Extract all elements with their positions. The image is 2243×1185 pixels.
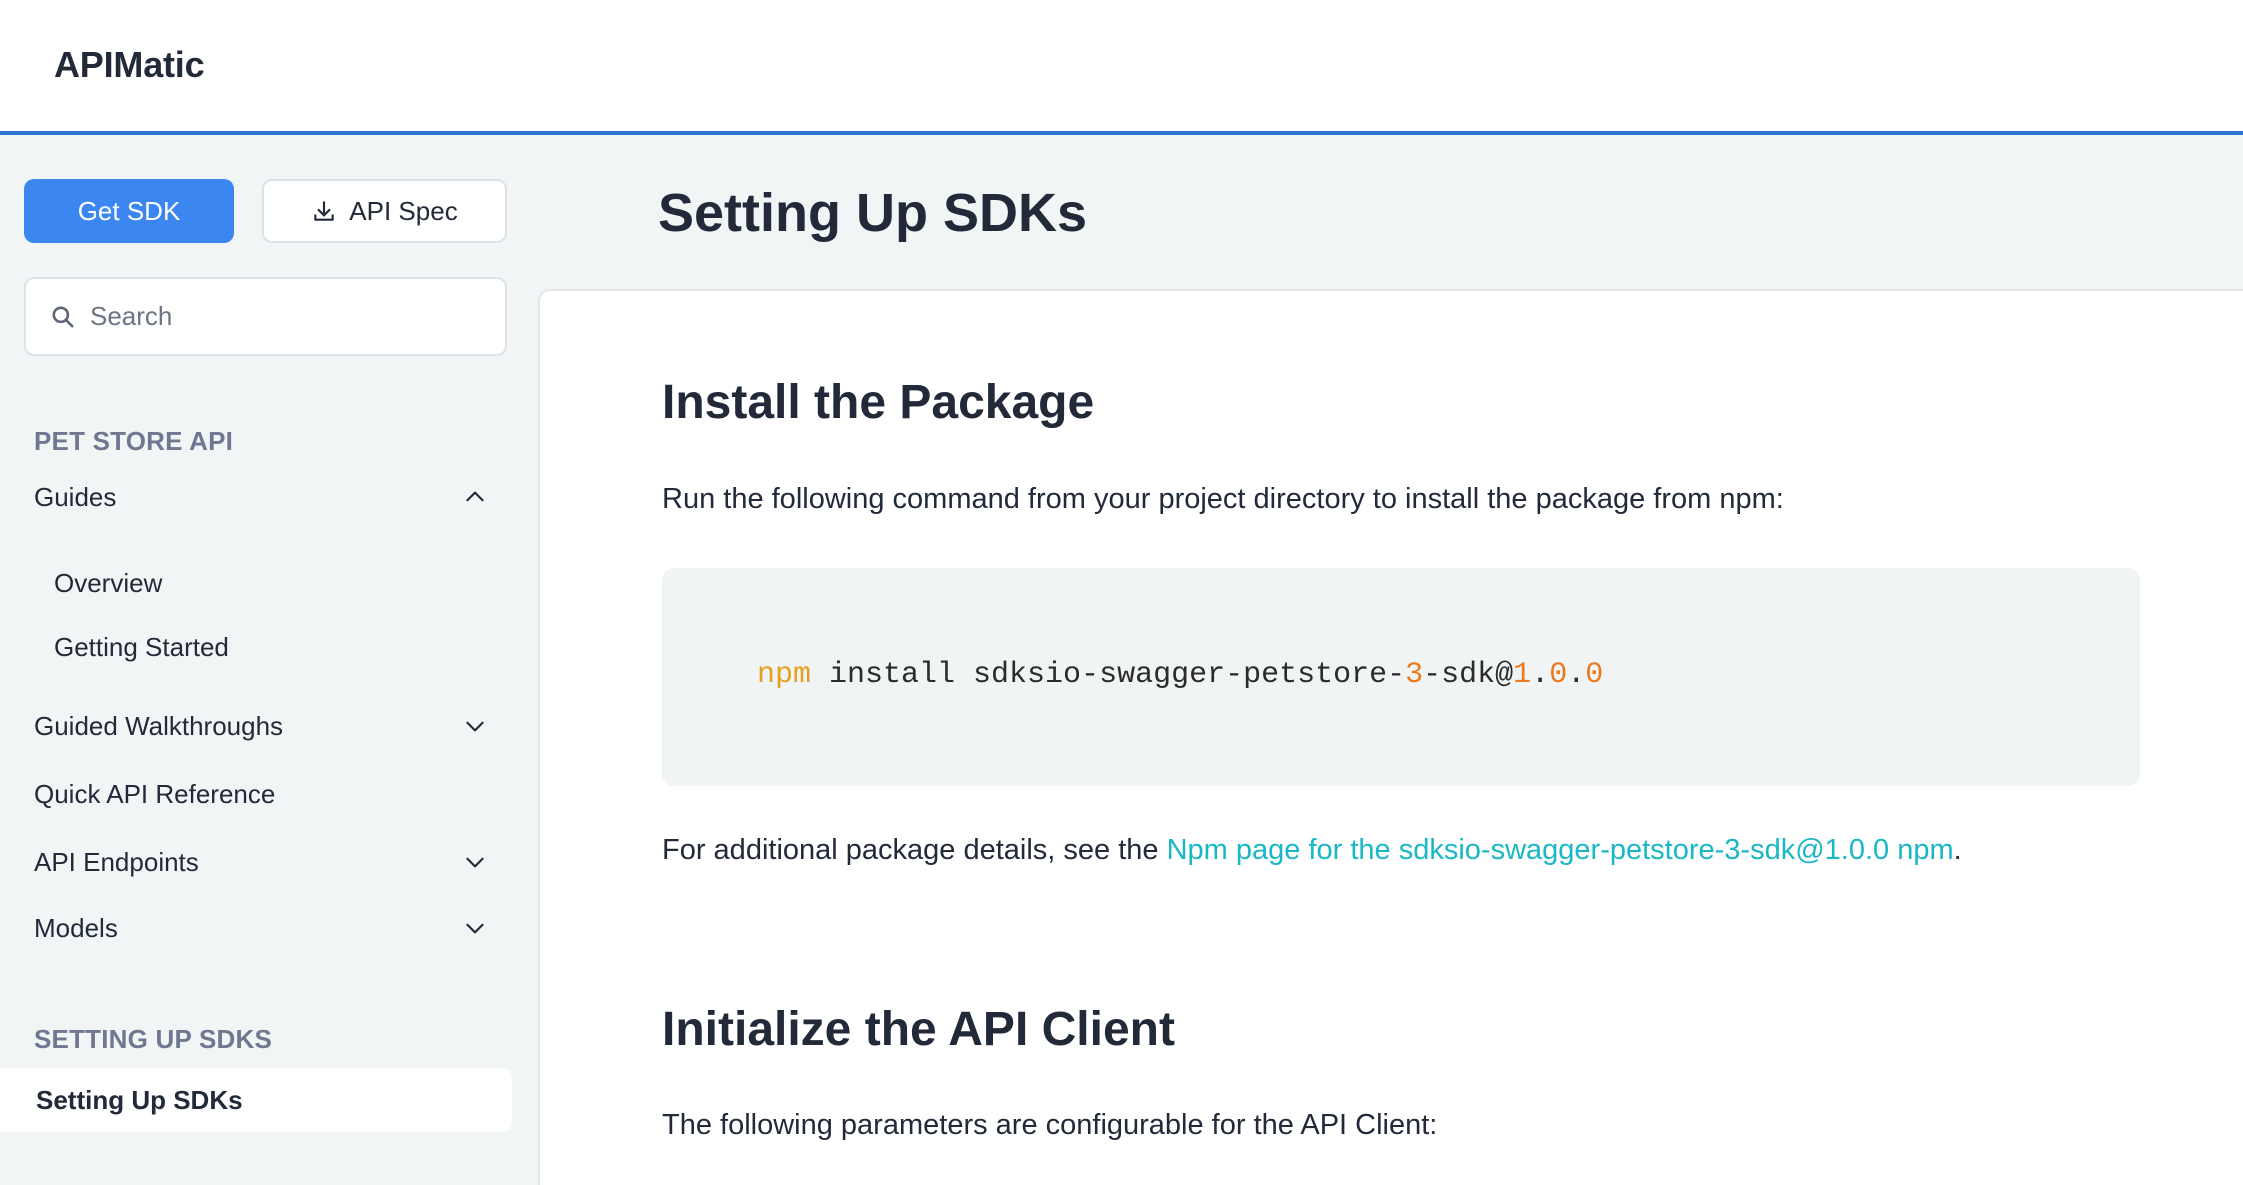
code-text: install sdksio-swagger-petstore- bbox=[811, 658, 1406, 692]
install-heading: Install the Package bbox=[662, 376, 1095, 429]
sidebar-item-models[interactable]: Models bbox=[34, 906, 504, 950]
init-text: The following parameters are configurabl… bbox=[662, 1109, 1438, 1141]
sidebar-item-guides[interactable]: Guides bbox=[34, 475, 504, 519]
search-input[interactable] bbox=[90, 301, 470, 332]
sidebar-item-api-endpoints[interactable]: API Endpoints bbox=[34, 840, 504, 884]
npm-page-link[interactable]: Npm page for the sdksio-swagger-petstore… bbox=[1167, 834, 1954, 866]
code-number: 1 bbox=[1513, 658, 1532, 692]
code-text: -sdk@ bbox=[1423, 658, 1514, 692]
install-text: Run the following command from your proj… bbox=[662, 483, 1784, 515]
code-line: npm install sdksio-swagger-petstore-3-sd… bbox=[757, 658, 1603, 692]
init-heading: Initialize the API Client bbox=[662, 1003, 1175, 1056]
sidebar: Get SDK API Spec PET STORE API Guides Ov… bbox=[0, 139, 538, 1185]
section-title-setting-up-sdks: SETTING UP SDKS bbox=[34, 1024, 273, 1054]
section-title-pet-store: PET STORE API bbox=[34, 426, 234, 456]
sidebar-item-label: API Endpoints bbox=[34, 846, 199, 877]
chevron-down-icon[interactable] bbox=[462, 713, 488, 739]
download-icon bbox=[314, 201, 335, 221]
chevron-down-icon[interactable] bbox=[462, 915, 488, 941]
sidebar-item-getting-started[interactable]: Getting Started bbox=[54, 632, 229, 663]
brand-logo[interactable]: APIMatic bbox=[54, 44, 205, 86]
code-text: . bbox=[1567, 658, 1586, 692]
chevron-up-icon[interactable] bbox=[462, 484, 488, 510]
search-box[interactable] bbox=[24, 277, 507, 356]
sidebar-item-overview[interactable]: Overview bbox=[54, 568, 162, 599]
sidebar-item-guided-walkthroughs[interactable]: Guided Walkthroughs bbox=[34, 704, 504, 748]
code-number: 3 bbox=[1405, 658, 1424, 692]
api-spec-label: API Spec bbox=[349, 195, 458, 226]
details-suffix: . bbox=[1953, 834, 1962, 866]
content-panel: Install the Package Run the following co… bbox=[538, 289, 2243, 1185]
sidebar-item-label: Guides bbox=[34, 481, 117, 512]
details-text: For additional package details, see the … bbox=[662, 834, 1962, 867]
api-spec-button[interactable]: API Spec bbox=[262, 179, 507, 243]
code-number: 0 bbox=[1585, 658, 1604, 692]
code-text: . bbox=[1531, 658, 1550, 692]
details-prefix: For additional package details, see the bbox=[662, 834, 1167, 866]
top-bar: APIMatic bbox=[0, 0, 2243, 135]
sidebar-item-label: Models bbox=[34, 912, 118, 943]
page-title: Setting Up SDKs bbox=[658, 183, 1088, 243]
sidebar-item-label: Guided Walkthroughs bbox=[34, 710, 284, 741]
sidebar-item-setting-up-sdks[interactable]: Setting Up SDKs bbox=[0, 1068, 512, 1132]
sidebar-item-quick-api-reference[interactable]: Quick API Reference bbox=[34, 772, 504, 816]
get-sdk-button[interactable]: Get SDK bbox=[24, 179, 234, 243]
sidebar-item-label: Quick API Reference bbox=[34, 778, 276, 809]
chevron-down-icon[interactable] bbox=[462, 849, 488, 875]
search-icon bbox=[52, 305, 74, 328]
code-block[interactable]: npm install sdksio-swagger-petstore-3-sd… bbox=[662, 568, 2140, 786]
code-number: 0 bbox=[1549, 658, 1568, 692]
code-keyword: npm bbox=[757, 658, 812, 692]
